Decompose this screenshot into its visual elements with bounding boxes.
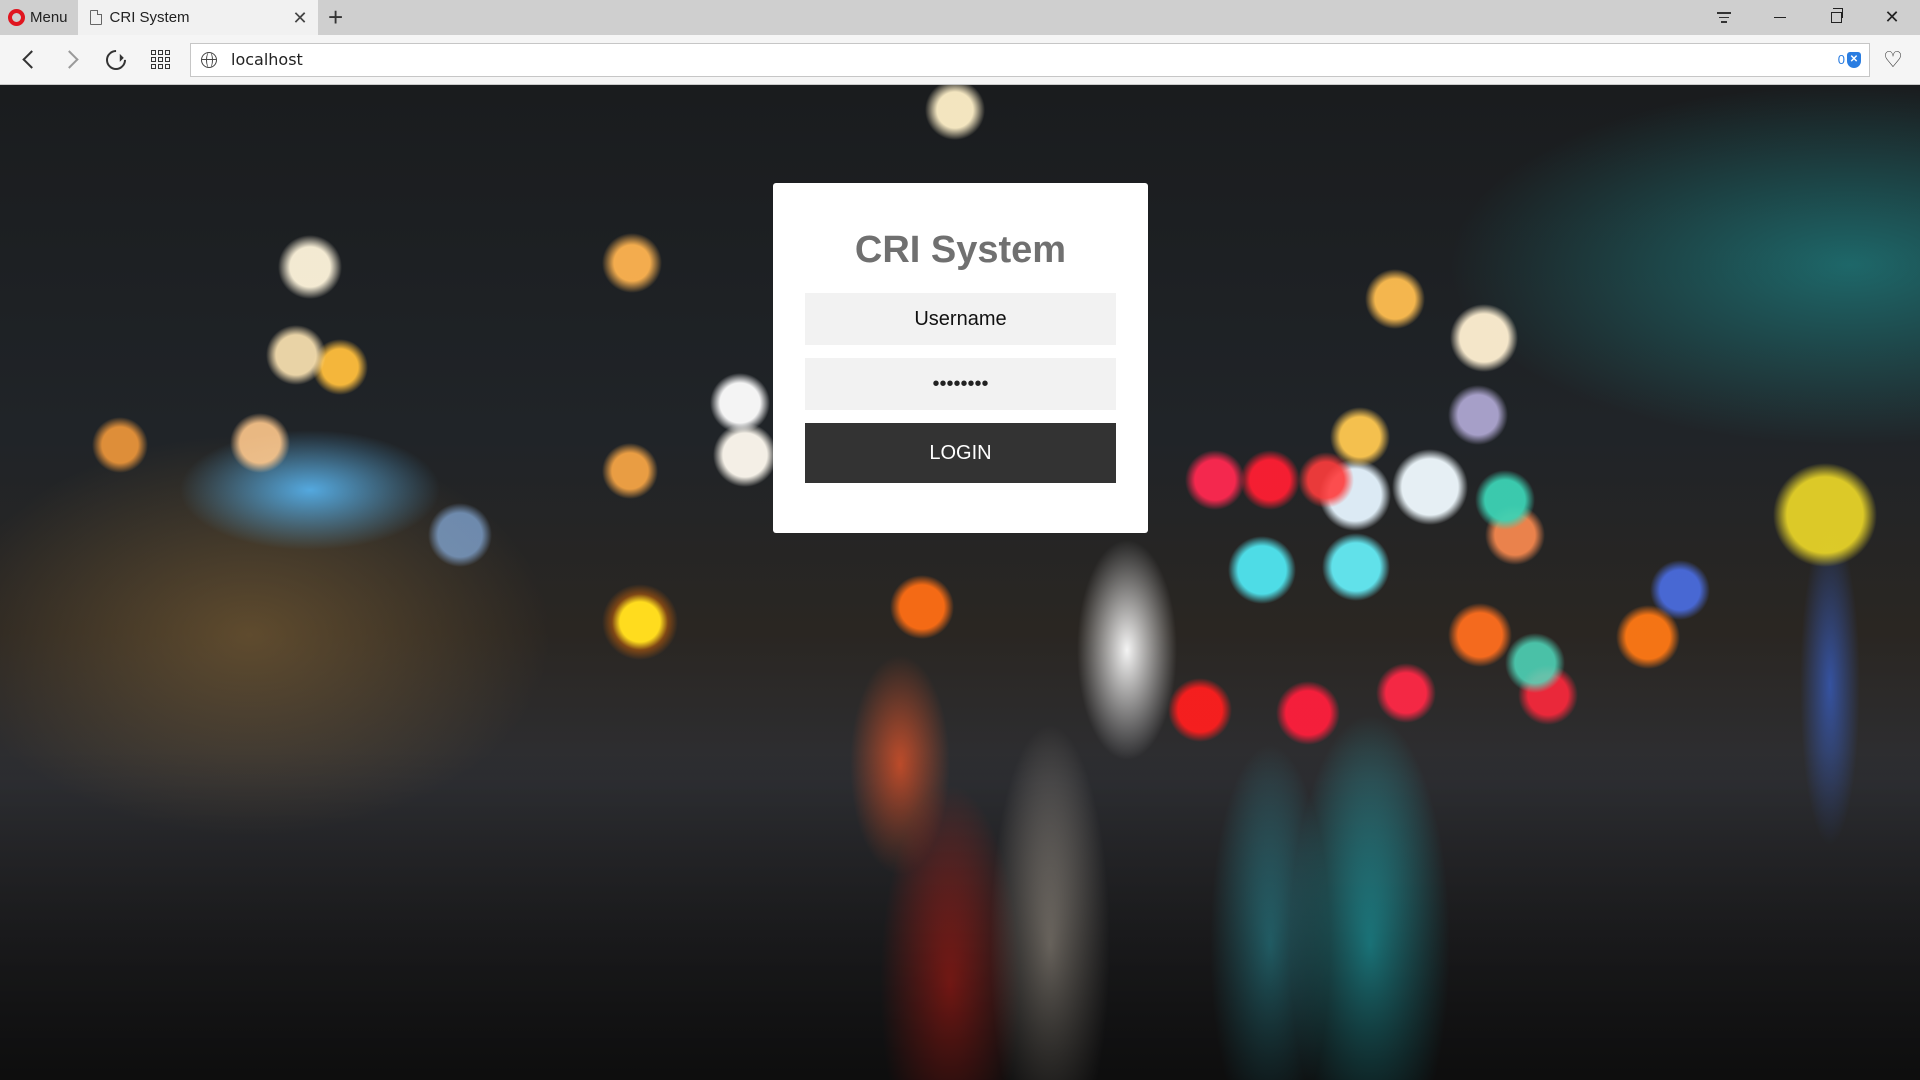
url-text[interactable]: localhost: [231, 50, 1824, 69]
background-image: [0, 750, 1920, 1080]
close-window-button[interactable]: ✕: [1864, 0, 1920, 35]
new-tab-button[interactable]: +: [318, 0, 354, 35]
restore-button[interactable]: [1808, 0, 1864, 35]
tab-title: CRI System: [109, 9, 190, 26]
login-button[interactable]: LOGIN: [805, 423, 1116, 483]
menu-label: Menu: [30, 9, 68, 26]
grid-icon: [150, 50, 170, 69]
restore-icon: [1830, 8, 1843, 23]
page-viewport: CRI System LOGIN: [0, 85, 1920, 1080]
page-icon: [89, 10, 102, 25]
adblock-indicator[interactable]: 0 ✕: [1837, 51, 1861, 68]
forward-arrow-icon: [59, 50, 79, 69]
bookmark-button[interactable]: ♡: [1874, 41, 1912, 79]
heart-icon: ♡: [1883, 46, 1903, 72]
browser-tab[interactable]: CRI System ✕: [77, 0, 318, 35]
tab-strip-spacer: [354, 0, 1696, 35]
opera-menu-button[interactable]: Menu: [0, 0, 78, 35]
address-field[interactable]: localhost 0 ✕: [190, 42, 1870, 77]
browser-tab-strip: Menu CRI System ✕ + ✕: [0, 0, 1920, 35]
close-tab-icon[interactable]: ✕: [292, 9, 307, 27]
shield-icon: ✕: [1847, 51, 1861, 68]
minimize-icon: [1774, 16, 1786, 19]
login-title: CRI System: [854, 229, 1067, 271]
reload-button[interactable]: [96, 40, 136, 80]
login-card: CRI System LOGIN: [773, 183, 1148, 533]
speed-dial-button[interactable]: [140, 40, 180, 80]
back-arrow-icon: [21, 50, 41, 69]
globe-icon: [201, 51, 217, 68]
address-toolbar: localhost 0 ✕ ♡: [0, 35, 1920, 85]
easy-setup-icon: [1717, 12, 1731, 23]
back-button[interactable]: [8, 40, 48, 80]
easy-setup-button[interactable]: [1696, 0, 1752, 35]
adblock-count: 0: [1837, 52, 1845, 67]
opera-logo-icon: [8, 9, 25, 26]
close-window-icon: ✕: [1884, 7, 1900, 27]
username-input[interactable]: [805, 293, 1116, 345]
reload-icon: [101, 45, 131, 74]
minimize-button[interactable]: [1752, 0, 1808, 35]
forward-button[interactable]: [52, 40, 92, 80]
password-input[interactable]: [805, 358, 1116, 410]
